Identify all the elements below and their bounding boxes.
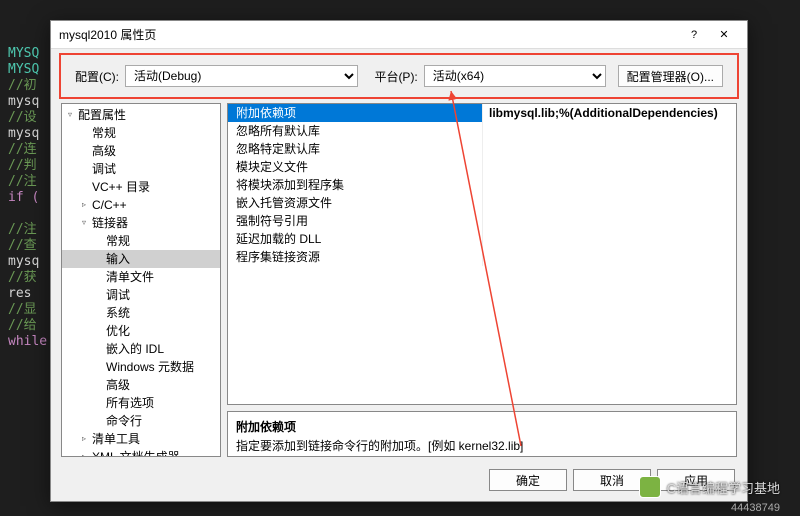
- tree-item[interactable]: 所有选项: [62, 394, 220, 412]
- tree-item[interactable]: 常规: [62, 124, 220, 142]
- properties-dialog: mysql2010 属性页 ? ✕ 配置(C): 活动(Debug) 平台(P)…: [50, 20, 748, 502]
- config-select[interactable]: 活动(Debug): [125, 65, 358, 87]
- tree-item-label: 输入: [106, 251, 130, 267]
- property-value[interactable]: [483, 194, 736, 212]
- property-row[interactable]: 强制符号引用: [228, 212, 736, 230]
- property-value[interactable]: [483, 230, 736, 248]
- tree-item-label: 常规: [106, 233, 130, 249]
- property-row[interactable]: 延迟加载的 DLL: [228, 230, 736, 248]
- tree-item-label: 命令行: [106, 413, 142, 429]
- tree-item[interactable]: 系统: [62, 304, 220, 322]
- tree-item[interactable]: 命令行: [62, 412, 220, 430]
- tree-item-label: 清单工具: [92, 431, 140, 447]
- tree-item[interactable]: VC++ 目录: [62, 178, 220, 196]
- config-label: 配置(C):: [75, 68, 119, 85]
- platform-label: 平台(P):: [374, 68, 417, 85]
- close-button[interactable]: ✕: [709, 25, 739, 45]
- watermark-id: 44438749: [731, 502, 780, 514]
- tree-item-label: XML 文档生成器: [92, 449, 180, 457]
- property-name: 嵌入托管资源文件: [228, 194, 483, 212]
- tree-item-label: C/C++: [92, 197, 127, 213]
- property-name: 程序集链接资源: [228, 248, 483, 266]
- property-name: 将模块添加到程序集: [228, 176, 483, 194]
- tree-arrow-icon: ▿: [82, 215, 92, 231]
- tree-item[interactable]: ▹C/C++: [62, 196, 220, 214]
- platform-select[interactable]: 活动(x64): [424, 65, 606, 87]
- config-manager-button[interactable]: 配置管理器(O)...: [618, 65, 723, 87]
- wechat-icon: [639, 476, 661, 498]
- tree-item-label: 优化: [106, 323, 130, 339]
- tree-arrow-icon: ▹: [82, 431, 92, 447]
- property-name: 延迟加载的 DLL: [228, 230, 483, 248]
- tree-item-label: 系统: [106, 305, 130, 321]
- tree-item[interactable]: 调试: [62, 286, 220, 304]
- tree-item-label: 常规: [92, 125, 116, 141]
- property-row[interactable]: 模块定义文件: [228, 158, 736, 176]
- description-title: 附加依赖项: [236, 418, 728, 435]
- tree-item-label: 所有选项: [106, 395, 154, 411]
- property-name: 忽略所有默认库: [228, 122, 483, 140]
- property-row[interactable]: 忽略特定默认库: [228, 140, 736, 158]
- watermark-text: C语言编程学习基地: [667, 478, 780, 497]
- tree-item[interactable]: 嵌入的 IDL: [62, 340, 220, 358]
- tree-item-label: 调试: [92, 161, 116, 177]
- property-row[interactable]: 嵌入托管资源文件: [228, 194, 736, 212]
- property-name: 模块定义文件: [228, 158, 483, 176]
- description-text: 指定要添加到链接命令行的附加项。[例如 kernel32.lib]: [236, 437, 728, 454]
- property-value[interactable]: libmysql.lib;%(AdditionalDependencies): [483, 104, 736, 122]
- tree-item-label: 嵌入的 IDL: [106, 341, 164, 357]
- tree-item[interactable]: ▿链接器: [62, 214, 220, 232]
- tree-item[interactable]: 高级: [62, 376, 220, 394]
- property-list[interactable]: 附加依赖项libmysql.lib;%(AdditionalDependenci…: [227, 103, 737, 405]
- tree-item[interactable]: 高级: [62, 142, 220, 160]
- tree-item-label: 链接器: [92, 215, 128, 231]
- property-row[interactable]: 忽略所有默认库: [228, 122, 736, 140]
- tree-item[interactable]: 常规: [62, 232, 220, 250]
- property-value[interactable]: [483, 122, 736, 140]
- tree-item[interactable]: ▹XML 文档生成器: [62, 448, 220, 457]
- tree-item[interactable]: ▹清单工具: [62, 430, 220, 448]
- tree-item[interactable]: 调试: [62, 160, 220, 178]
- tree-arrow-icon: ▹: [82, 449, 92, 457]
- dialog-title: mysql2010 属性页: [59, 26, 679, 43]
- tree-item-label: Windows 元数据: [106, 359, 194, 375]
- tree-arrow-icon: ▿: [68, 107, 78, 123]
- tree-arrow-icon: ▹: [82, 197, 92, 213]
- config-bar: 配置(C): 活动(Debug) 平台(P): 活动(x64) 配置管理器(O)…: [59, 53, 739, 99]
- tree-item[interactable]: ▿配置属性: [62, 106, 220, 124]
- category-tree[interactable]: ▿配置属性常规高级调试VC++ 目录▹C/C++▿链接器常规输入清单文件调试系统…: [61, 103, 221, 457]
- description-box: 附加依赖项 指定要添加到链接命令行的附加项。[例如 kernel32.lib]: [227, 411, 737, 457]
- titlebar: mysql2010 属性页 ? ✕: [51, 21, 747, 49]
- tree-item-label: 高级: [106, 377, 130, 393]
- ok-button[interactable]: 确定: [489, 469, 567, 491]
- help-button[interactable]: ?: [679, 25, 709, 45]
- property-name: 强制符号引用: [228, 212, 483, 230]
- tree-item[interactable]: Windows 元数据: [62, 358, 220, 376]
- property-row[interactable]: 程序集链接资源: [228, 248, 736, 266]
- tree-item-label: 调试: [106, 287, 130, 303]
- watermark: C语言编程学习基地: [639, 476, 780, 498]
- tree-item[interactable]: 清单文件: [62, 268, 220, 286]
- property-value[interactable]: [483, 158, 736, 176]
- property-row[interactable]: 附加依赖项libmysql.lib;%(AdditionalDependenci…: [228, 104, 736, 122]
- property-row[interactable]: 将模块添加到程序集: [228, 176, 736, 194]
- property-value[interactable]: [483, 140, 736, 158]
- tree-item-label: 配置属性: [78, 107, 126, 123]
- tree-item-label: 高级: [92, 143, 116, 159]
- tree-item-label: VC++ 目录: [92, 179, 150, 195]
- property-value[interactable]: [483, 212, 736, 230]
- property-name: 附加依赖项: [228, 104, 483, 122]
- tree-item[interactable]: 输入: [62, 250, 220, 268]
- property-value[interactable]: [483, 176, 736, 194]
- tree-item[interactable]: 优化: [62, 322, 220, 340]
- property-name: 忽略特定默认库: [228, 140, 483, 158]
- property-value[interactable]: [483, 248, 736, 266]
- tree-item-label: 清单文件: [106, 269, 154, 285]
